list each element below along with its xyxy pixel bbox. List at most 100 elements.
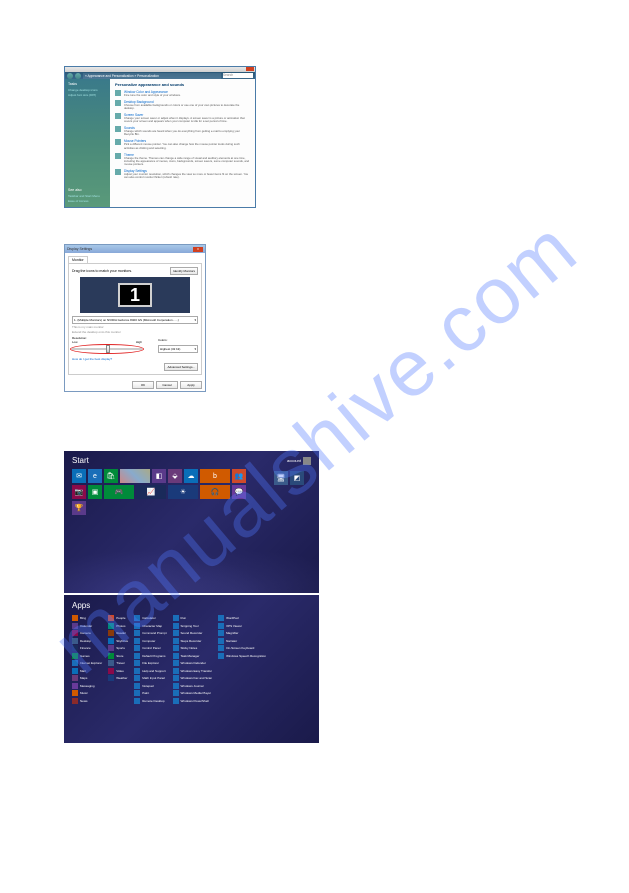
app-item[interactable]: Desktop xyxy=(72,638,102,644)
tile-mail[interactable]: ✉ xyxy=(72,469,86,483)
app-item[interactable]: Sound Recorder xyxy=(173,630,213,636)
app-item[interactable]: Run xyxy=(173,615,213,621)
monitor-preview-area[interactable]: 1 xyxy=(80,277,190,313)
tile-extra1[interactable]: ◩ xyxy=(290,471,304,485)
app-item[interactable]: Mail xyxy=(72,668,102,674)
tile-weather[interactable]: ☀ xyxy=(168,485,198,499)
resolution-slider[interactable] xyxy=(72,345,142,353)
see-also-link[interactable]: Taskbar and Start Menu xyxy=(68,194,100,198)
app-item[interactable]: Games xyxy=(72,653,102,659)
app-item[interactable]: Steps Recorder xyxy=(173,638,213,644)
see-also-link[interactable]: Ease of Access xyxy=(68,199,100,203)
category-item[interactable]: SoundsChange which sounds are heard when… xyxy=(115,126,250,136)
app-item[interactable]: Sticky Notes xyxy=(173,645,213,651)
app-item[interactable]: Help and Support xyxy=(134,668,166,674)
app-item[interactable]: Internet Explorer xyxy=(72,660,102,666)
monitor-dropdown[interactable]: 1. (Multiple Monitors) on NVIDIA GeForce… xyxy=(72,316,198,324)
tile-store[interactable]: 🛍 xyxy=(104,469,118,483)
tile-skydrive[interactable]: ☁ xyxy=(184,469,198,483)
app-item[interactable]: Remote Desktop xyxy=(134,698,166,704)
advanced-settings-button[interactable]: Advanced Settings... xyxy=(164,363,198,371)
app-item[interactable]: Character Map xyxy=(134,623,166,629)
app-item[interactable]: Default Programs xyxy=(134,653,166,659)
app-item[interactable]: Control Panel xyxy=(134,645,166,651)
tile-photo[interactable] xyxy=(120,469,150,483)
app-item[interactable]: Snipping Tool xyxy=(173,623,213,629)
category-item[interactable]: Desktop BackgroundChoose from available … xyxy=(115,100,250,110)
app-item[interactable]: Store xyxy=(108,653,128,659)
back-button[interactable] xyxy=(67,73,73,79)
tile-tile-a[interactable]: ◧ xyxy=(152,469,166,483)
app-item[interactable]: Windows Journal xyxy=(173,683,213,689)
app-item[interactable]: Video xyxy=(108,668,128,674)
app-item[interactable]: Sports xyxy=(108,645,128,651)
app-item[interactable]: Calendar xyxy=(72,623,102,629)
tile-bing[interactable]: b xyxy=(200,469,230,483)
app-item[interactable]: Command Prompt xyxy=(134,630,166,636)
app-item[interactable]: WordPad xyxy=(218,615,266,621)
sidebar-task-link[interactable]: Change desktop icons xyxy=(68,88,107,92)
app-item[interactable]: Maps xyxy=(72,675,102,681)
app-item[interactable]: XPS Viewer xyxy=(218,623,266,629)
ok-button[interactable]: OK xyxy=(132,381,154,389)
search-input[interactable]: Search xyxy=(223,73,253,78)
app-item[interactable]: Bing xyxy=(72,615,102,621)
app-item[interactable]: Windows Fax and Scan xyxy=(173,675,213,681)
app-item[interactable]: News xyxy=(72,698,102,704)
app-item[interactable]: Reader xyxy=(108,630,128,636)
apply-button[interactable]: Apply xyxy=(180,381,202,389)
category-item[interactable]: Window Color and AppearanceFine tune the… xyxy=(115,90,250,97)
forward-button[interactable] xyxy=(75,73,81,79)
tile-camera[interactable]: 📷 xyxy=(72,485,86,499)
app-item[interactable]: On-Screen Keyboard xyxy=(218,645,266,651)
close-button[interactable] xyxy=(246,67,254,71)
tab-monitor[interactable]: Monitor xyxy=(68,256,88,263)
app-item[interactable]: Task Manager xyxy=(173,653,213,659)
tile-games[interactable]: 🎮 xyxy=(104,485,134,499)
tile-people[interactable]: 👥 xyxy=(232,469,246,483)
tile-maps[interactable]: ⬙ xyxy=(168,469,182,483)
app-item[interactable]: SkyDrive xyxy=(108,638,128,644)
help-link[interactable]: How do I get the best display? xyxy=(72,357,198,361)
tile-music[interactable]: 🎧 xyxy=(200,485,230,499)
app-item[interactable]: Computer xyxy=(134,638,166,644)
app-item[interactable]: Music xyxy=(72,690,102,696)
cancel-button[interactable]: Cancel xyxy=(156,381,178,389)
app-item[interactable]: Finance xyxy=(72,645,102,651)
sidebar-task-link[interactable]: Adjust font size (DPI) xyxy=(68,93,107,97)
app-item[interactable]: Windows Speech Recognition xyxy=(218,653,266,659)
app-item[interactable]: Notepad xyxy=(134,683,166,689)
category-item[interactable]: Mouse PointersPick a different mouse poi… xyxy=(115,139,250,149)
tile-sports[interactable]: 🏆 xyxy=(72,501,86,515)
colors-dropdown[interactable]: Highest (32 bit) ▾ xyxy=(158,345,198,353)
category-item[interactable]: Screen SaverChange your screen saver or … xyxy=(115,113,250,123)
category-item[interactable]: ThemeChange the theme. Themes can change… xyxy=(115,153,250,166)
app-item[interactable]: People xyxy=(108,615,128,621)
app-item[interactable]: File Explorer xyxy=(134,660,166,666)
app-item[interactable]: Windows Media Player xyxy=(173,690,213,696)
close-button[interactable]: X xyxy=(193,247,203,252)
monitor-icon[interactable]: 1 xyxy=(118,283,152,307)
app-item[interactable]: Camera xyxy=(72,630,102,636)
app-item[interactable]: Travel xyxy=(108,660,128,666)
app-item[interactable]: Photos xyxy=(108,623,128,629)
app-item[interactable]: Math Input Panel xyxy=(134,675,166,681)
app-item[interactable]: Messaging xyxy=(72,683,102,689)
slider-thumb[interactable] xyxy=(106,345,110,353)
tile-tile-b[interactable]: ▣ xyxy=(88,485,102,499)
tile-ie[interactable]: e xyxy=(88,469,102,483)
app-item[interactable]: Windows PowerShell xyxy=(173,698,213,704)
app-item[interactable]: Windows Defender xyxy=(173,660,213,666)
app-item[interactable]: Calculator xyxy=(134,615,166,621)
app-item[interactable]: Magnifier xyxy=(218,630,266,636)
app-item[interactable]: Windows Easy Transfer xyxy=(173,668,213,674)
breadcrumb[interactable]: « Appearance and Personalization » Perso… xyxy=(83,73,221,79)
app-item[interactable]: Paint xyxy=(134,690,166,696)
tile-finance[interactable]: 📈 xyxy=(136,485,166,499)
app-item[interactable]: Narrator xyxy=(218,638,266,644)
user-area[interactable]: account xyxy=(287,456,311,465)
tile-desktop[interactable]: 🖥 xyxy=(274,471,288,485)
category-item[interactable]: Display SettingsAdjust your monitor reso… xyxy=(115,169,250,179)
tile-messaging[interactable]: 💬 xyxy=(232,485,246,499)
identify-monitors-button[interactable]: Identify Monitors xyxy=(170,267,198,275)
